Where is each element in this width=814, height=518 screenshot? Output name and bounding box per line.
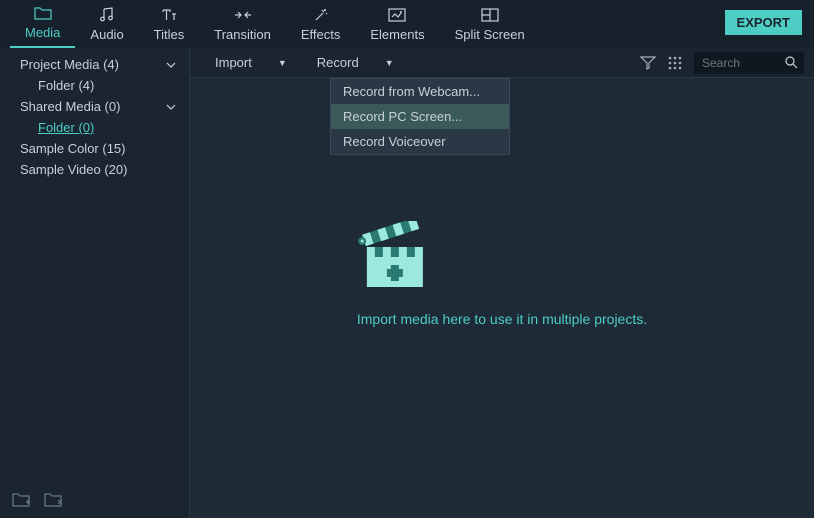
tab-titles[interactable]: Titles bbox=[139, 1, 200, 48]
tab-audio[interactable]: Audio bbox=[75, 1, 138, 48]
menu-item-record-voiceover[interactable]: Record Voiceover bbox=[331, 129, 509, 154]
tab-elements[interactable]: Elements bbox=[355, 1, 439, 48]
tab-media[interactable]: Media bbox=[10, 0, 75, 48]
text-icon bbox=[160, 6, 178, 24]
add-folder-button[interactable] bbox=[12, 492, 32, 510]
media-tree: Project Media (4) Folder (4) Shared Medi… bbox=[0, 48, 189, 518]
remove-folder-button[interactable] bbox=[44, 492, 64, 510]
tab-label: Elements bbox=[370, 27, 424, 42]
export-button[interactable]: EXPORT bbox=[725, 10, 802, 35]
effects-icon bbox=[312, 6, 330, 24]
main-panel: Import▼ Record▼ Record from Webcam... Re… bbox=[190, 48, 814, 518]
top-tabs: Media Audio Titles Transition Effects El… bbox=[0, 0, 814, 48]
tab-label: Titles bbox=[154, 27, 185, 42]
elements-icon bbox=[388, 6, 406, 24]
sidebar-item-project-media[interactable]: Project Media (4) bbox=[0, 54, 189, 75]
menu-item-record-webcam[interactable]: Record from Webcam... bbox=[331, 79, 509, 104]
empty-state: Import media here to use it in multiple … bbox=[357, 221, 647, 327]
chevron-down-icon: ▼ bbox=[278, 58, 287, 68]
filter-icon[interactable] bbox=[640, 56, 656, 70]
chevron-down-icon: ▼ bbox=[385, 58, 394, 68]
tab-label: Audio bbox=[90, 27, 123, 42]
tab-splitscreen[interactable]: Split Screen bbox=[440, 1, 540, 48]
grid-view-icon[interactable] bbox=[668, 56, 682, 70]
transition-icon bbox=[234, 6, 252, 24]
sidebar: Project Media (4) Folder (4) Shared Medi… bbox=[0, 48, 190, 518]
tab-transition[interactable]: Transition bbox=[199, 1, 286, 48]
sidebar-item-shared-media[interactable]: Shared Media (0) bbox=[0, 96, 189, 117]
folder-icon bbox=[34, 4, 52, 22]
tab-label: Transition bbox=[214, 27, 271, 42]
chevron-down-icon bbox=[165, 59, 177, 71]
chevron-down-icon bbox=[165, 101, 177, 113]
music-icon bbox=[98, 6, 116, 24]
tab-label: Media bbox=[25, 25, 60, 40]
tab-label: Split Screen bbox=[455, 27, 525, 42]
sidebar-item-folder-link[interactable]: Folder (0) bbox=[0, 117, 189, 138]
clapperboard-icon bbox=[357, 221, 647, 291]
menu-item-record-pc-screen[interactable]: Record PC Screen... bbox=[331, 104, 509, 129]
record-dropdown-button[interactable]: Record▼ bbox=[302, 55, 409, 70]
main-toolbar: Import▼ Record▼ bbox=[190, 48, 814, 78]
import-dropdown-button[interactable]: Import▼ bbox=[200, 55, 302, 70]
empty-state-text: Import media here to use it in multiple … bbox=[357, 311, 647, 327]
splitscreen-icon bbox=[481, 6, 499, 24]
sidebar-item-folder[interactable]: Folder (4) bbox=[0, 75, 189, 96]
sidebar-item-sample-video[interactable]: Sample Video (20) bbox=[0, 159, 189, 180]
tab-label: Effects bbox=[301, 27, 341, 42]
search-input[interactable] bbox=[694, 52, 804, 74]
tab-effects[interactable]: Effects bbox=[286, 1, 356, 48]
record-dropdown-menu: Record from Webcam... Record PC Screen..… bbox=[330, 78, 510, 155]
sidebar-item-sample-color[interactable]: Sample Color (15) bbox=[0, 138, 189, 159]
